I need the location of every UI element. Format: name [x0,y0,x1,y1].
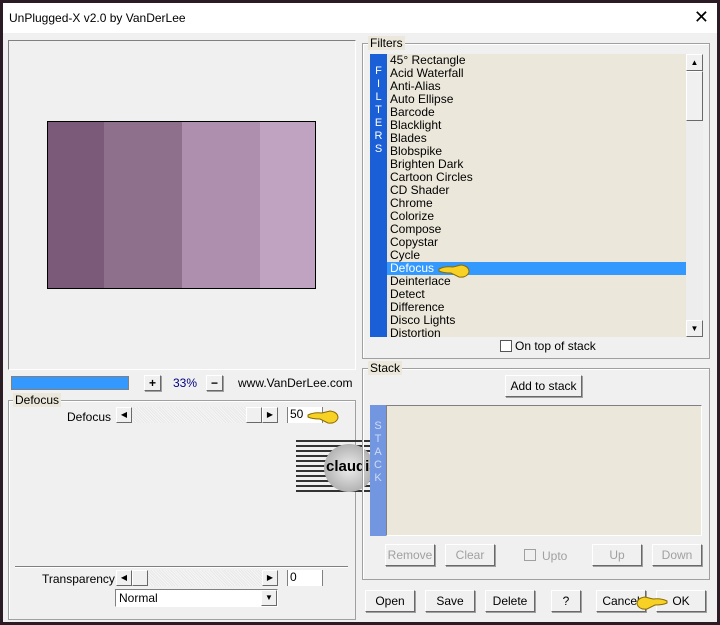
defocus-left-arrow[interactable]: ◀ [116,407,132,423]
defocus-value: 50 [290,407,304,421]
open-button[interactable]: Open [365,590,415,612]
side-letter: S [374,420,382,432]
preview-image [47,121,316,289]
stack-group-label: Stack [368,361,403,375]
on-top-label: On top of stack [515,339,596,353]
filters-group-label: Filters [368,36,405,50]
transparency-value-field[interactable]: 0 [287,570,323,586]
down-button[interactable]: Down [652,544,702,566]
side-letter: R [374,130,383,142]
pointing-hand-icon [438,264,470,278]
preview-stripe [182,122,260,288]
filter-item[interactable]: Copystar [387,236,686,249]
side-letter: K [374,472,382,484]
filter-item[interactable]: Distortion [387,327,686,338]
chevron-down-icon[interactable]: ▼ [261,590,277,606]
scroll-thumb[interactable] [686,71,703,121]
transparency-label: Transparency [42,572,115,586]
stack-list[interactable] [386,405,702,536]
zoom-in-button[interactable]: + [144,375,161,391]
filter-item[interactable]: Deinterlace [387,275,686,288]
preview-stripe [104,122,182,288]
on-top-checkbox[interactable] [500,340,512,352]
defocus-group-label: Defocus [13,393,62,407]
side-letter: S [374,143,383,155]
transparency-left-arrow[interactable]: ◀ [116,570,132,586]
side-letter: F [375,65,382,77]
filters-scrollbar[interactable]: ▲ ▼ [686,54,703,337]
window-title: UnPlugged-X v2.0 by VanDerLee [9,11,186,25]
pointing-hand-icon [307,410,339,424]
help-button[interactable]: ? [551,590,581,612]
side-letter: C [374,459,382,471]
separator [15,566,348,568]
transparency-value: 0 [290,570,297,584]
stack-side-label: STACK [370,420,386,485]
defocus-right-arrow[interactable]: ▶ [262,407,278,423]
add-to-stack-button[interactable]: Add to stack [505,375,582,397]
transparency-slider[interactable] [132,570,262,586]
filter-item[interactable]: Blacklight [387,119,686,132]
scroll-down-icon[interactable]: ▼ [686,320,703,337]
dialog-window: UnPlugged-X v2.0 by VanDerLee ✕ + 33% − … [3,3,717,622]
scroll-up-icon[interactable]: ▲ [686,54,703,71]
defocus-group [8,400,356,620]
defocus-slider-thumb[interactable] [246,407,262,423]
delete-button[interactable]: Delete [485,590,535,612]
progress-bar [11,376,129,390]
preview-panel [8,40,356,370]
zoom-level: 33% [173,376,198,390]
zoom-out-button[interactable]: − [206,375,223,391]
side-letter: I [376,78,381,90]
pointing-hand-icon [636,596,668,610]
side-letter: A [374,446,382,458]
transparency-slider-thumb[interactable] [132,570,148,586]
side-letter: L [375,91,382,103]
transparency-right-arrow[interactable]: ▶ [262,570,278,586]
side-letter: T [374,433,382,445]
defocus-slider[interactable] [132,407,262,423]
clear-button[interactable]: Clear [445,544,495,566]
preview-stripe [260,122,315,288]
close-icon[interactable]: ✕ [694,7,709,27]
upto-label: Upto [542,549,568,563]
blend-mode-select[interactable]: Normal ▼ [115,589,278,607]
save-button[interactable]: Save [425,590,475,612]
up-button[interactable]: Up [592,544,642,566]
side-letter: E [374,117,383,129]
filters-list[interactable]: 45° Rectangle Acid Waterfall Anti-Alias Aut… [387,54,686,337]
blend-mode-value: Normal [119,591,158,605]
side-letter: T [375,104,382,116]
defocus-label: Defocus [67,410,112,424]
remove-button[interactable]: Remove [385,544,435,566]
upto-checkbox[interactable] [524,549,536,561]
preview-stripe [48,122,104,288]
title-bar: UnPlugged-X v2.0 by VanDerLee ✕ [3,3,717,33]
website-link[interactable]: www.VanDerLee.com [238,376,353,390]
filters-side-label: FILTERS [370,65,387,156]
